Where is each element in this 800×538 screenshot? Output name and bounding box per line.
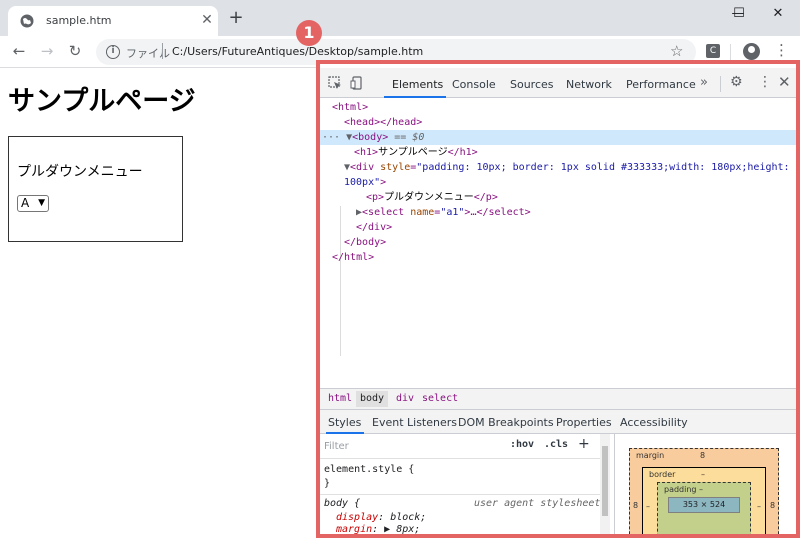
tab-performance[interactable]: Performance xyxy=(626,78,696,91)
scrollbar-thumb[interactable] xyxy=(602,446,608,516)
inspect-element-icon[interactable] xyxy=(328,76,342,90)
globe-icon xyxy=(20,14,34,28)
tab-accessibility[interactable]: Accessibility xyxy=(620,416,688,429)
bookmark-star-icon[interactable]: ☆ xyxy=(670,42,683,60)
css-declaration-display[interactable]: display: block; xyxy=(324,512,426,523)
tab-console[interactable]: Console xyxy=(452,78,496,91)
breadcrumb-body[interactable]: body xyxy=(356,391,389,407)
demo-select[interactable]: A ▼ xyxy=(17,195,49,212)
css-declaration-margin[interactable]: margin: ▶ 8px; xyxy=(324,524,420,534)
page-heading: サンプルページ xyxy=(8,86,196,117)
styles-pane: Filter :hov .cls + element.style { } bod… xyxy=(320,434,610,534)
border-label: border xyxy=(649,470,676,479)
chevron-down-icon: ▼ xyxy=(38,198,45,208)
dom-node-html-close[interactable]: </html> xyxy=(320,250,796,265)
border-value: – xyxy=(701,470,705,479)
dom-node-html[interactable]: <html> xyxy=(320,100,796,115)
annotation-badge: 1 xyxy=(296,20,322,46)
devtools-panel: Elements Console Sources Network Perform… xyxy=(316,60,800,538)
element-style-close: } xyxy=(324,478,331,489)
box-model-margin[interactable]: margin 8 8 8 border – – – padding – 353 … xyxy=(629,448,779,534)
margin-top-value: 8 xyxy=(700,451,706,460)
cls-button[interactable]: .cls xyxy=(544,439,568,450)
browser-menu-icon[interactable]: ⋮ xyxy=(774,41,789,59)
styles-divider xyxy=(320,458,600,459)
gear-icon[interactable]: ⚙ xyxy=(730,74,743,90)
window-close-icon[interactable]: ✕ xyxy=(758,2,798,26)
devtools-tab-bar: Elements Console Sources Network Perform… xyxy=(320,68,796,98)
border-left-value: – xyxy=(646,502,650,511)
dom-node-select[interactable]: ▶<select name="a1">…</select> xyxy=(320,205,796,220)
info-icon[interactable]: i xyxy=(106,45,120,59)
styles-filter-input[interactable]: Filter xyxy=(324,439,504,455)
toolbar-separator xyxy=(730,44,731,60)
more-tabs-icon[interactable]: » xyxy=(700,75,708,90)
address-separator xyxy=(162,43,163,59)
tab-properties[interactable]: Properties xyxy=(556,416,612,429)
margin-left-value: 8 xyxy=(633,501,639,510)
breadcrumb: html body div select xyxy=(320,388,796,410)
border-right-value: – xyxy=(757,502,761,511)
box-model-border[interactable]: border – – – padding – 353 × 524 xyxy=(642,467,766,534)
dom-node-div-close[interactable]: </div> xyxy=(320,220,796,235)
body-rule-selector[interactable]: body { xyxy=(324,498,360,509)
new-tab-button[interactable]: + xyxy=(226,8,246,28)
maximize-icon[interactable]: ☐ xyxy=(719,2,759,26)
tab-network[interactable]: Network xyxy=(566,78,612,91)
element-style-rule[interactable]: element.style { xyxy=(324,464,414,475)
dom-node-head[interactable]: <head></head> xyxy=(320,115,796,130)
padding-label: padding – xyxy=(664,485,704,494)
ua-stylesheet-label: user agent stylesheet xyxy=(474,498,601,509)
tab-event-listeners[interactable]: Event Listeners xyxy=(372,416,457,429)
tab-dom-breakpoints[interactable]: DOM Breakpoints xyxy=(458,416,554,429)
page-viewport: サンプルページ プルダウンメニュー A ▼ xyxy=(0,69,318,538)
tab-title: sample.htm xyxy=(46,14,112,27)
devtools-menu-icon[interactable]: ⋮ xyxy=(758,74,772,90)
dom-node-div-cont: 100px"> xyxy=(344,177,387,188)
tab-sources[interactable]: Sources xyxy=(510,78,554,91)
dom-node-body[interactable]: ··· ▼<body> == $0 xyxy=(320,130,796,145)
styles-divider xyxy=(320,494,600,495)
account-icon[interactable] xyxy=(743,43,760,60)
styles-tab-bar: Styles Event Listeners DOM Breakpoints P… xyxy=(320,410,796,434)
select-value: A xyxy=(21,196,30,210)
box-model-pane: margin 8 8 8 border – – – padding – 353 … xyxy=(614,434,796,534)
margin-label: margin xyxy=(636,451,665,460)
reload-icon[interactable]: ↻ xyxy=(64,40,86,62)
box-model-content[interactable]: 353 × 524 xyxy=(668,497,740,513)
demo-box: プルダウンメニュー A ▼ xyxy=(8,136,183,242)
tab-styles[interactable]: Styles xyxy=(328,416,361,429)
breadcrumb-html[interactable]: html xyxy=(328,393,352,404)
browser-tab[interactable]: sample.htm ✕ xyxy=(8,6,218,36)
devtools-close-icon[interactable]: ✕ xyxy=(778,73,791,91)
margin-right-value: 8 xyxy=(770,501,776,510)
elements-tree: <html> <head></head> ··· ▼<body> == $0 <… xyxy=(320,98,796,388)
box-model-padding[interactable]: padding – 353 × 524 xyxy=(657,482,751,534)
add-rule-icon[interactable]: + xyxy=(578,436,590,452)
forward-icon[interactable]: → xyxy=(36,40,58,62)
breadcrumb-select[interactable]: select xyxy=(422,393,458,404)
demo-paragraph: プルダウンメニュー xyxy=(17,164,143,180)
address-url[interactable]: C:/Users/FutureAntiques/Desktop/sample.h… xyxy=(172,45,423,58)
tab-strip: sample.htm ✕ + — ☐ ✕ xyxy=(0,0,800,36)
hov-button[interactable]: :hov xyxy=(510,439,534,450)
breadcrumb-div[interactable]: div xyxy=(396,393,414,404)
ellipsis-icon: ··· xyxy=(322,132,341,143)
address-scheme-label: ファイル xyxy=(126,47,170,60)
dom-node-body-close[interactable]: </body> xyxy=(320,235,796,250)
dom-node-h1[interactable]: <h1>サンプルページ</h1> xyxy=(320,145,796,160)
back-icon[interactable]: ← xyxy=(8,40,30,62)
dom-node-div[interactable]: ▼<div style="padding: 10px; border: 1px … xyxy=(320,160,796,175)
extension-icon[interactable]: C xyxy=(706,44,720,58)
dom-node-p[interactable]: <p>プルダウンメニュー</p> xyxy=(320,190,796,205)
styles-scrollbar[interactable] xyxy=(600,434,610,534)
devtools-separator xyxy=(720,76,721,92)
tab-elements[interactable]: Elements xyxy=(392,78,443,91)
tab-close-icon[interactable]: ✕ xyxy=(199,12,215,28)
device-toolbar-icon[interactable] xyxy=(350,76,364,90)
